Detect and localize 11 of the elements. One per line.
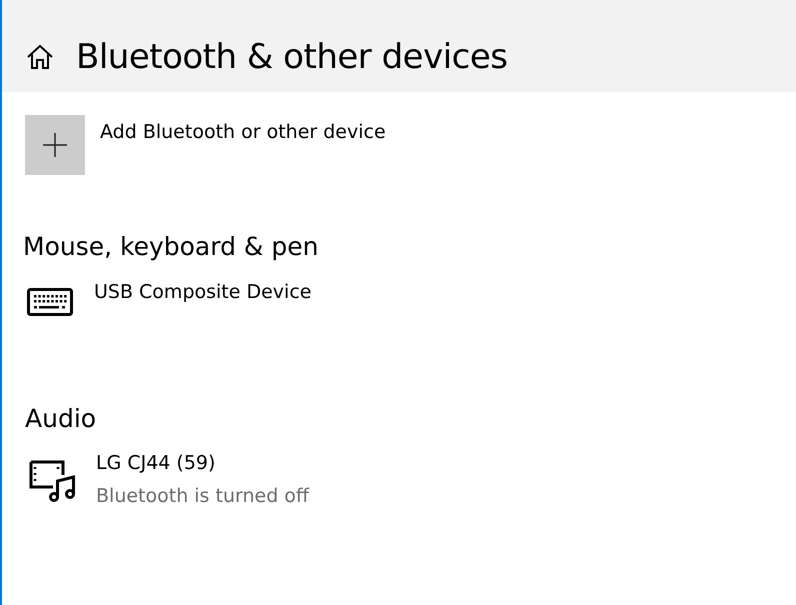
device-name[interactable]: LG CJ44 (59) <box>96 449 310 478</box>
section-heading: Audio <box>25 402 98 434</box>
device-name[interactable]: USB Composite Device <box>94 278 312 306</box>
page-title: Bluetooth & other devices <box>76 36 508 78</box>
add-device-label[interactable]: Add Bluetooth or other device <box>100 118 386 146</box>
keyboard-icon <box>27 288 73 316</box>
section-heading: Mouse, keyboard & pen <box>23 231 320 263</box>
home-icon[interactable] <box>26 44 54 70</box>
add-device-button[interactable] <box>25 115 85 175</box>
device-status: Bluetooth is turned off <box>96 484 310 508</box>
plus-icon <box>43 133 67 157</box>
